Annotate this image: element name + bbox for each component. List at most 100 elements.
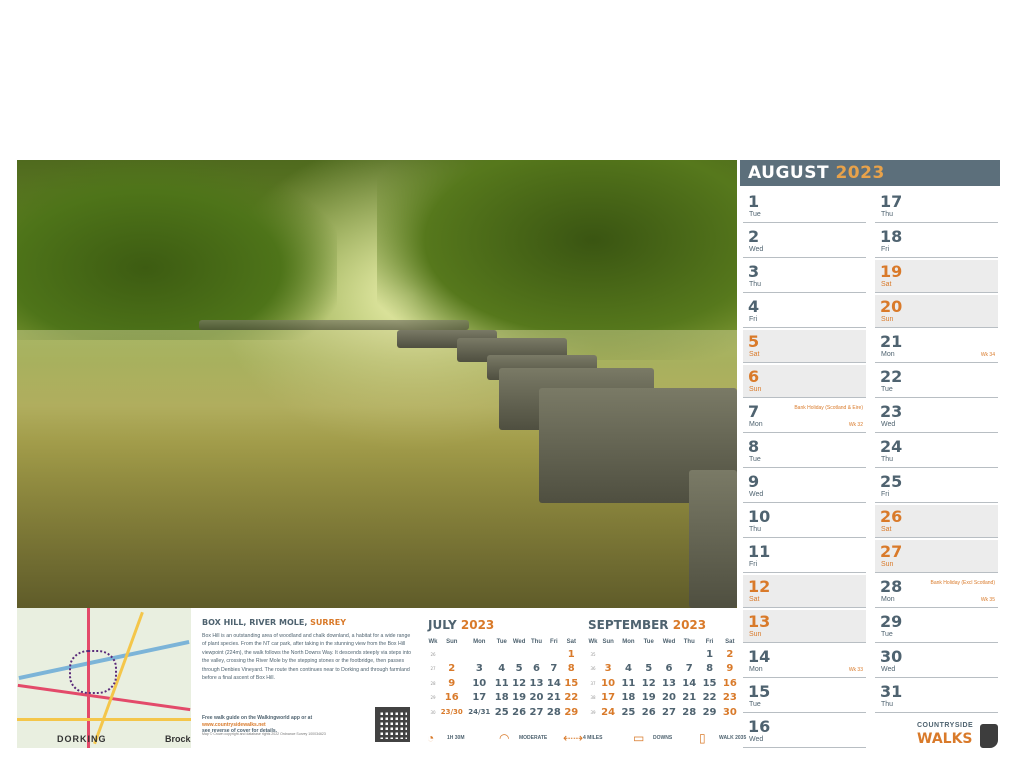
day-name: Sun (881, 316, 894, 323)
day-number: 15 (748, 682, 771, 701)
august-day: 21 Mon Wk 34 (875, 330, 998, 363)
week-number: 38 (590, 695, 596, 701)
map-town-label: DORKING (57, 734, 107, 744)
week-number: Wk 35 (980, 597, 995, 603)
august-day: 22 Tue (875, 365, 998, 398)
calendar-date: 3 (604, 663, 612, 675)
weekday-header: Fri (705, 638, 714, 645)
day-number: 11 (748, 542, 771, 561)
calendar-date: 15 (702, 677, 717, 689)
week-number: 35 (590, 651, 596, 657)
countryside-walks-logo: COUNTRYSIDE WALKS (915, 718, 1000, 750)
calendar-date: 20 (529, 692, 544, 704)
day-number: 4 (748, 297, 760, 316)
calendar-date: 16 (722, 677, 737, 689)
august-day: 3 Thu (743, 260, 866, 293)
august-day: 6 Sun (743, 365, 866, 398)
day-name: Tue (749, 211, 761, 218)
day-name: Mon (749, 666, 763, 673)
day-name: Thu (881, 701, 894, 708)
august-day: 10 Thu (743, 505, 866, 538)
weekday-header: Sat (566, 638, 576, 645)
day-name: Fri (881, 246, 890, 253)
calendar-date (493, 647, 510, 662)
day-name: Wed (881, 421, 896, 428)
august-day: 17 Thu (875, 190, 998, 223)
calendar-date: 1 (706, 648, 714, 660)
calendar-sheet: AUGUST 2023 1 Tue 2 Wed 3 Thu 4 Fri 5 Sat 6 Sun 7 Mon… (17, 160, 1000, 750)
calendar-date: 25 (621, 706, 636, 718)
calendar-date: 6 (533, 663, 540, 675)
walk-description: Box Hill is an outstanding area of woodl… (202, 633, 412, 682)
august-day: 11 Fri (743, 540, 866, 573)
calendar-date: 14 (682, 677, 697, 689)
august-header: AUGUST 2023 (740, 160, 1000, 186)
day-name: Sat (881, 526, 892, 533)
day-name: Mon (749, 421, 763, 428)
logo-line-1: COUNTRYSIDE (917, 722, 974, 729)
calendar-date: 28 (682, 706, 697, 718)
calendar-date: 24/31 (468, 708, 491, 717)
route-map: DORKING Brock (17, 608, 191, 748)
week-number: 28 (430, 680, 436, 686)
calendar-date: 19 (641, 692, 656, 704)
weekday-header: Sun (602, 638, 614, 645)
day-name: Tue (881, 386, 893, 393)
august-day: 9 Wed (743, 470, 866, 503)
calendar-date (598, 647, 618, 662)
weekday-header: Wk (588, 638, 598, 645)
month-title: AUGUST 2023 (748, 163, 885, 183)
calendar-date: 18 (621, 692, 636, 704)
mini-calendar-table: Wk Sun Mon Tue Wed Thu Fri Sat 35 1 2 36 3 4 5 6 7 8 9 37 10… (588, 636, 740, 720)
calendar-date: 24 (601, 706, 616, 718)
day-number: 16 (748, 717, 771, 736)
day-number: 14 (748, 647, 771, 666)
day-name: Wed (749, 246, 764, 253)
calendar-date (639, 647, 659, 662)
calendar-date: 1 (567, 648, 575, 660)
week-number: 27 (430, 666, 436, 672)
calendar-date: 18 (494, 692, 509, 704)
august-day: 2 Wed (743, 225, 866, 258)
august-day: 18 Fri (875, 225, 998, 258)
calendar-date: 10 (601, 677, 616, 689)
calendar-date: 13 (662, 677, 676, 689)
calendar-date: 26 (641, 706, 656, 718)
stat-label: MODERATE (519, 735, 548, 741)
day-number: 2 (748, 227, 760, 246)
distance-arrows-icon: ⇠⇢ (563, 731, 584, 745)
august-day: 1 Tue (743, 190, 866, 223)
calendar-date (679, 647, 699, 662)
calendar-date: 2 (448, 663, 456, 675)
day-name: Tue (749, 456, 761, 463)
walk-title: BOX HILL, RIVER MOLE, SURREY (202, 618, 346, 627)
day-number: 19 (880, 262, 903, 281)
clock-icon: ◔ (427, 731, 435, 745)
holiday-note: Bank Holiday (Excl Scotland) (930, 580, 995, 586)
calendar-date: 12 (641, 677, 656, 689)
august-day: 16 Wed (743, 715, 866, 748)
mini-calendar-title: SEPTEMBER 2023 (588, 618, 707, 632)
calendar-date: 15 (564, 677, 579, 689)
day-name: Sun (749, 631, 762, 638)
calendar-date: 13 (529, 677, 544, 689)
week-number: 39 (590, 709, 596, 715)
august-day: 24 Thu (875, 435, 998, 468)
august-day: 7 Mon Bank Holiday (Scotland & Eire) Wk 32 (743, 400, 866, 433)
weekday-header: Thu (683, 638, 695, 645)
calendar-date: 28 (546, 706, 561, 718)
day-name: Thu (881, 211, 894, 218)
day-name: Tue (881, 631, 893, 638)
weekday-header: Mon (622, 638, 635, 645)
qr-code-icon[interactable] (375, 707, 410, 742)
day-number: 20 (880, 297, 903, 316)
day-number: 9 (748, 472, 760, 491)
week-number: 30 (430, 709, 436, 715)
weekday-header: Wed (512, 638, 526, 645)
august-day: 30 Wed (875, 645, 998, 678)
mini-calendar-september: SEPTEMBER 2023 Wk Sun Mon Tue Wed Thu Fri Sat 35… (588, 618, 740, 720)
day-name: Sat (881, 281, 892, 288)
stepping-stone (689, 470, 737, 608)
walk-guide-link[interactable]: www.countrysidewalks.net (202, 722, 266, 728)
calendar-date (545, 647, 562, 662)
